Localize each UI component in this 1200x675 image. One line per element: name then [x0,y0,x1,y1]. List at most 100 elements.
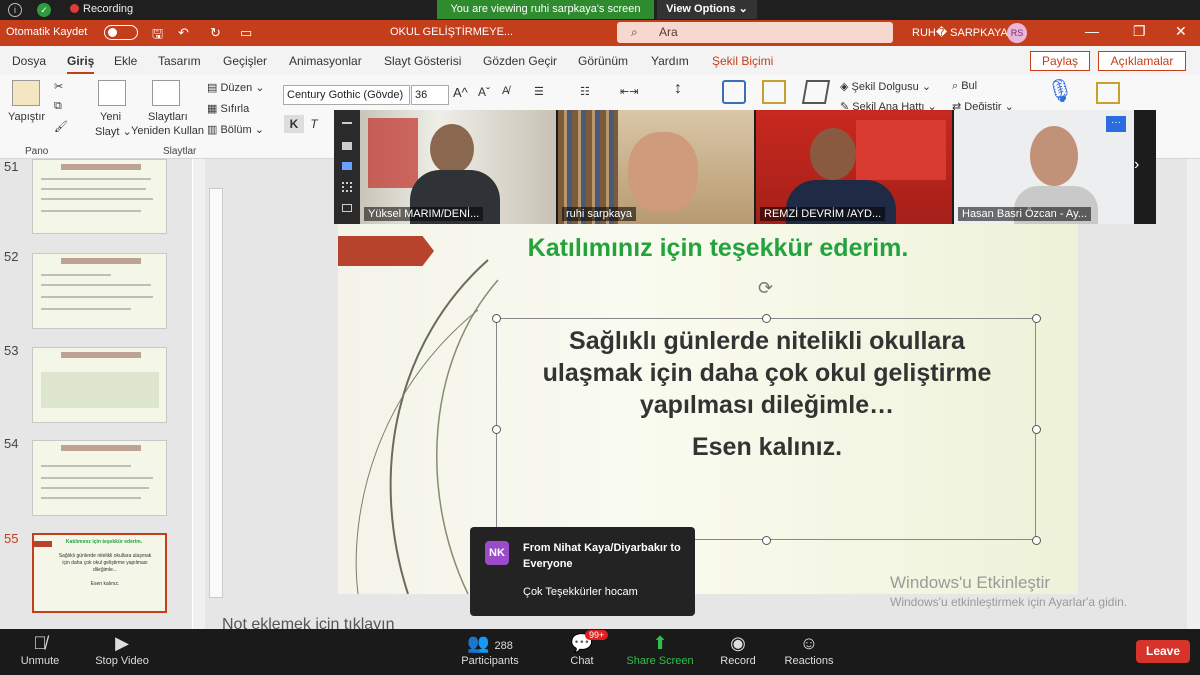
selected-text-box[interactable]: Sağlıklı günlerde nitelikli okullara ula… [492,314,1041,545]
user-name[interactable]: RUH� SARPKAYA [912,26,1008,39]
new-slide-icon[interactable] [98,80,126,106]
indent-icon[interactable]: ⇤⇥ [620,85,638,98]
slide-thumbnail-53[interactable] [32,347,167,423]
tab-ekle[interactable]: Ekle [114,54,137,68]
tab-yardim[interactable]: Yardım [651,54,689,68]
restore-icon[interactable]: ❐ [1133,23,1146,40]
comments-button[interactable]: Açıklamalar [1098,51,1186,71]
resize-handle[interactable] [1032,425,1041,434]
video-layout-controls[interactable] [334,110,360,224]
close-icon[interactable]: ✕ [1175,23,1187,40]
clear-format-icon[interactable]: A̸ [502,85,509,97]
layout-button[interactable]: ▤ Düzen ⌄ [207,81,265,94]
font-name-select[interactable]: Century Gothic (Gövde) [283,85,410,105]
pip-view-icon[interactable] [342,204,352,212]
copy-icon[interactable]: ⧉ [54,100,62,113]
file-name[interactable]: OKUL GELİŞTİRMEYE... [390,26,513,38]
resize-handle[interactable] [492,314,501,323]
share-screen-button[interactable]: ⬆ Share Screen [626,629,694,667]
font-size-select[interactable]: 36 [411,85,449,105]
resize-handle[interactable] [762,314,771,323]
slide-body-text[interactable]: Sağlıklı günlerde nitelikli okullara ula… [497,325,1037,421]
slide-thumbnail-54[interactable] [32,440,167,516]
slide-thumbnail-52[interactable] [32,253,167,329]
thumbnail-scrollbar[interactable] [193,159,205,629]
resize-handle[interactable] [1032,314,1041,323]
paste-icon[interactable] [12,80,40,106]
thumb-number: 53 [4,343,19,358]
chat-notification[interactable]: NK From Nihat Kaya/Diyarbakır to Everyon… [470,527,695,616]
resize-handle[interactable] [492,425,501,434]
new-slide-dropdown[interactable]: Slayt ⌄ [95,125,132,138]
reset-button[interactable]: ▦ Sıfırla [207,102,249,115]
resize-handle[interactable] [762,536,771,545]
tab-slayt-gosterisi[interactable]: Slayt Gösterisi [384,54,461,68]
section-button[interactable]: ▥ Bölüm ⌄ [207,123,264,136]
dictate-icon[interactable]: 🎙 [1046,78,1074,104]
tab-gozden-gecir[interactable]: Gözden Geçir [483,54,557,68]
start-slideshow-icon[interactable]: ▭ [240,25,252,41]
reuse-slides-icon[interactable] [152,80,180,106]
rotate-handle-icon[interactable]: ⟳ [758,278,773,299]
record-button[interactable]: ◉ Record [716,629,760,667]
stop-video-button[interactable]: ▶︎ Stop Video [90,629,154,667]
tab-giris[interactable]: Giriş [67,54,95,75]
tab-animasyonlar[interactable]: Animasyonlar [289,54,362,68]
find-button[interactable]: ⌕ Bul [952,80,977,93]
cut-icon[interactable]: ✂ [54,80,63,93]
numbering-icon[interactable]: ☷ [580,85,590,98]
participants-button[interactable]: 👥 288 Participants [458,629,522,667]
unmute-button[interactable]: 🎙̸ Unmute [14,629,66,667]
strip-view-icon[interactable] [342,162,352,170]
new-slide-label[interactable]: Yeni [100,111,121,123]
undo-icon[interactable]: ↶ [178,25,189,41]
slide-closing-text[interactable]: Esen kalınız. [497,433,1037,462]
slide-title[interactable]: Katılımınız için teşekkür ederim. [478,234,958,263]
bullets-icon[interactable]: ☰ [534,85,544,98]
view-options-button[interactable]: View Options ⌄ [657,0,757,19]
text-direction-icon[interactable]: ↕ [674,80,682,98]
shape-fill-button[interactable]: ◈ Şekil Dolgusu ⌄ [840,80,931,93]
tab-dosya[interactable]: Dosya [12,54,46,68]
leave-button[interactable]: Leave [1136,640,1190,663]
slide-thumbnail-51[interactable] [32,159,167,234]
quick-styles-icon[interactable] [801,80,831,104]
share-button[interactable]: Paylaş [1030,51,1090,71]
speaker-view-icon[interactable] [342,142,352,150]
info-icon[interactable]: i [8,3,22,17]
reuse-slides-label[interactable]: Slaytları [148,111,188,123]
video-tile[interactable]: Yüksel MARIM/DENİ... [360,110,556,224]
minimize-icon[interactable]: — [1085,23,1099,39]
paste-label[interactable]: Yapıştır [8,111,45,123]
slide-thumbnail-55[interactable]: Katılımınız için teşekkür ederim. Sağlık… [32,533,167,613]
next-page-icon[interactable]: › [1134,156,1139,174]
tab-tasarim[interactable]: Tasarım [158,54,201,68]
autosave-toggle[interactable] [104,25,138,40]
shapes-icon[interactable] [722,80,746,104]
tab-sekil-bicimi[interactable]: Şekil Biçimi [712,54,773,68]
resize-handle[interactable] [1032,536,1041,545]
video-tile[interactable]: ruhi sarpkaya [558,110,754,224]
gallery-view-icon[interactable] [342,182,352,192]
save-icon[interactable]: 🖫 [152,25,163,47]
tab-gecisler[interactable]: Geçişler [223,54,267,68]
tab-gorunum[interactable]: Görünüm [578,54,628,68]
designer-icon[interactable] [1096,82,1120,104]
minimize-strip-icon[interactable] [342,122,352,124]
bold-button[interactable]: K [284,115,304,133]
search-input[interactable]: ⌕ Ara [617,22,893,43]
avatar[interactable]: RS [1007,23,1027,43]
video-tile[interactable]: REMZİ DEVRİM /AYD... [756,110,952,224]
italic-button[interactable]: T [304,115,324,133]
grow-font-icon[interactable]: A^ [453,85,468,100]
format-painter-icon[interactable]: 🖌 [54,120,68,133]
shield-icon[interactable]: ✓ [37,3,51,17]
arrange-icon[interactable] [762,80,786,104]
reuse-slides-label-2[interactable]: Yeniden Kullan [131,125,204,137]
shrink-font-icon[interactable]: Aˇ [478,85,490,99]
reactions-button[interactable]: ☺ Reactions [782,629,836,667]
redo-icon[interactable]: ↻ [210,25,221,41]
editor-scrollbar[interactable] [1187,159,1200,629]
more-options-icon[interactable]: ··· [1106,116,1126,132]
windows-activation-watermark: Windows'u Etkinleştir Windows'u etkinleş… [890,573,1127,609]
